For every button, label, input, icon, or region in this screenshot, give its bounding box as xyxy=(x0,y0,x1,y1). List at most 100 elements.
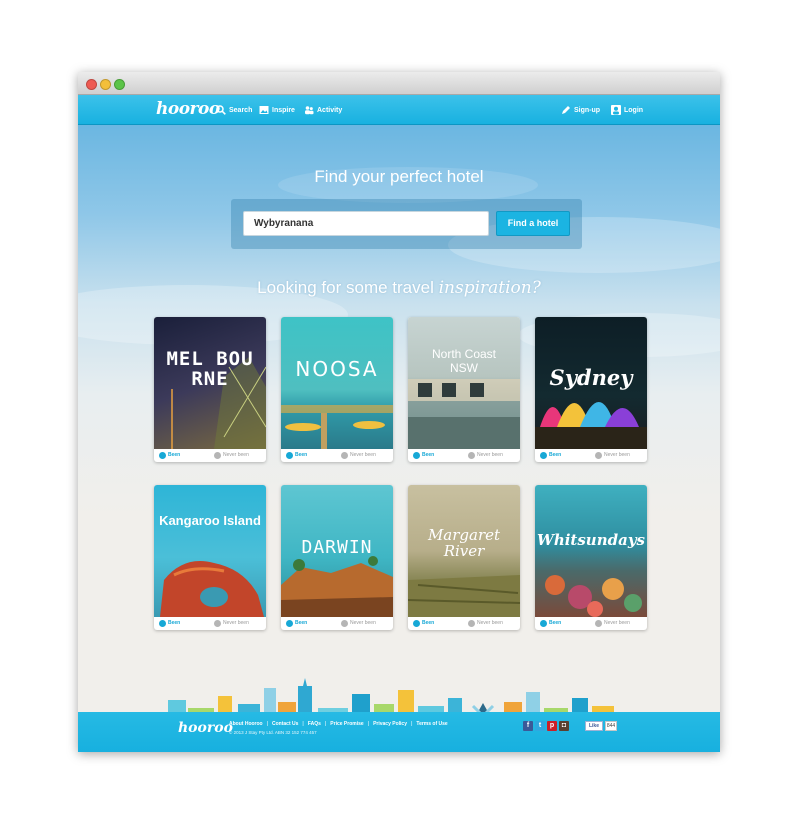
melbourne-image: MEL BOU RNE xyxy=(154,317,266,449)
top-nav: hooroo Search Inspire Activity Sign-up L… xyxy=(78,95,720,125)
destination-card-kangaroo-island[interactable]: Kangaroo Island Been Never been xyxy=(154,485,269,633)
social-links: f t p ◘ xyxy=(523,721,569,731)
footer-link-contact[interactable]: Contact Us xyxy=(272,721,298,727)
destination-card-north-coast[interactable]: North Coast NSW Been Never been xyxy=(408,317,523,465)
never-been-toggle[interactable]: Never been xyxy=(468,617,503,630)
never-been-toggle[interactable]: Never been xyxy=(468,449,503,462)
been-toggle[interactable]: Been xyxy=(159,617,180,630)
never-been-label: Never been xyxy=(223,620,249,626)
page: hooroo Search Inspire Activity Sign-up L… xyxy=(78,95,720,752)
never-been-toggle[interactable]: Never been xyxy=(595,449,630,462)
north-coast-art xyxy=(408,379,520,449)
been-icon xyxy=(159,452,166,459)
been-toggle[interactable]: Been xyxy=(540,449,561,462)
card-footer: Been Never been xyxy=(535,617,647,630)
darwin-image: DARWIN xyxy=(281,485,393,617)
card-label: Sydney xyxy=(549,365,633,390)
been-label: Been xyxy=(295,620,308,626)
browser-window: hooroo Search Inspire Activity Sign-up L… xyxy=(78,72,720,752)
maximize-window-button[interactable] xyxy=(114,79,125,90)
been-icon xyxy=(540,452,547,459)
been-label: Been xyxy=(168,620,181,626)
never-been-label: Never been xyxy=(477,620,503,626)
been-toggle[interactable]: Been xyxy=(540,617,561,630)
facebook-like-button[interactable]: Like xyxy=(585,721,603,731)
north-coast-image: North Coast NSW xyxy=(408,317,520,449)
been-icon xyxy=(286,452,293,459)
been-icon xyxy=(159,620,166,627)
pinterest-icon[interactable]: p xyxy=(547,721,557,731)
search-panel: Find a hotel xyxy=(231,199,582,249)
been-icon xyxy=(540,620,547,627)
whitsundays-image: Whitsundays xyxy=(535,485,647,617)
footer-link-terms[interactable]: Terms of Use xyxy=(416,721,447,727)
picture-icon xyxy=(259,105,269,115)
never-been-label: Never been xyxy=(223,452,249,458)
footer-logo[interactable]: hooroo xyxy=(178,720,233,736)
cloud-icon xyxy=(468,620,475,627)
card-footer: Been Never been xyxy=(281,449,393,462)
pencil-icon xyxy=(561,105,571,115)
card-footer: Been Never been xyxy=(154,449,266,462)
never-been-label: Never been xyxy=(350,452,376,458)
card-footer: Been Never been xyxy=(408,449,520,462)
never-been-toggle[interactable]: Never been xyxy=(595,617,630,630)
been-label: Been xyxy=(422,452,435,458)
whitsundays-art xyxy=(545,575,642,617)
destination-card-whitsundays[interactable]: Whitsundays Been Never been xyxy=(535,485,650,633)
destination-card-melbourne[interactable]: MEL BOU RNE Been Never been xyxy=(154,317,269,465)
nav-search[interactable]: Search xyxy=(216,104,252,116)
been-label: Been xyxy=(422,620,435,626)
never-been-label: Never been xyxy=(350,620,376,626)
nav-login-label: Login xyxy=(624,106,644,114)
been-toggle[interactable]: Been xyxy=(413,449,434,462)
nav-search-label: Search xyxy=(229,106,253,114)
hooroo-logo[interactable]: hooroo xyxy=(156,99,220,119)
footer: hooroo About Hooroo | Contact Us | FAQs | P… xyxy=(78,712,720,752)
nav-activity[interactable]: Activity xyxy=(304,104,342,116)
card-label: North Coast NSW xyxy=(431,347,497,375)
never-been-label: Never been xyxy=(477,452,503,458)
never-been-toggle[interactable]: Never been xyxy=(341,617,376,630)
cloud-icon xyxy=(214,620,221,627)
been-label: Been xyxy=(295,452,308,458)
search-icon xyxy=(216,105,226,115)
destination-card-noosa[interactable]: NOOSA Been Never been xyxy=(281,317,396,465)
instagram-icon[interactable]: ◘ xyxy=(559,721,569,731)
destination-card-darwin[interactable]: DARWIN Been Never been xyxy=(281,485,396,633)
been-icon xyxy=(286,620,293,627)
card-footer: Been Never been xyxy=(535,449,647,462)
been-toggle[interactable]: Been xyxy=(413,617,434,630)
destination-card-sydney[interactable]: Sydney Been Never been xyxy=(535,317,650,465)
minimize-window-button[interactable] xyxy=(100,79,111,90)
nav-inspire-label: Inspire xyxy=(272,106,295,114)
footer-link-price-promise[interactable]: Price Promise xyxy=(330,721,363,727)
card-label: Kangaroo Island xyxy=(159,513,261,528)
find-hotel-button[interactable]: Find a hotel xyxy=(496,211,570,236)
copyright: © 2013 J Stay Pty Ltd. ABN 32 152 774 45… xyxy=(229,730,317,735)
card-footer: Been Never been xyxy=(408,617,520,630)
footer-link-about[interactable]: About Hooroo xyxy=(229,721,263,727)
twitter-icon[interactable]: t xyxy=(535,721,545,731)
been-toggle[interactable]: Been xyxy=(286,449,307,462)
never-been-toggle[interactable]: Never been xyxy=(214,617,249,630)
facebook-icon[interactable]: f xyxy=(523,721,533,731)
window-titlebar xyxy=(78,72,720,95)
hotel-search-input[interactable] xyxy=(243,211,489,236)
been-toggle[interactable]: Been xyxy=(286,617,307,630)
never-been-toggle[interactable]: Never been xyxy=(214,449,249,462)
never-been-label: Never been xyxy=(604,452,630,458)
footer-link-faqs[interactable]: FAQs xyxy=(308,721,321,727)
footer-link-privacy[interactable]: Privacy Policy xyxy=(373,721,407,727)
nav-login[interactable]: Login xyxy=(611,104,643,116)
nav-signup[interactable]: Sign-up xyxy=(561,104,600,116)
destination-card-margaret-river[interactable]: Margaret River Been Never been xyxy=(408,485,523,633)
facebook-like-count: 844 xyxy=(605,721,617,731)
never-been-label: Never been xyxy=(604,620,630,626)
card-label: MEL BOU RNE xyxy=(166,348,254,390)
cloud-icon xyxy=(595,620,602,627)
close-window-button[interactable] xyxy=(86,79,97,90)
never-been-toggle[interactable]: Never been xyxy=(341,449,376,462)
nav-inspire[interactable]: Inspire xyxy=(259,104,295,116)
been-toggle[interactable]: Been xyxy=(159,449,180,462)
